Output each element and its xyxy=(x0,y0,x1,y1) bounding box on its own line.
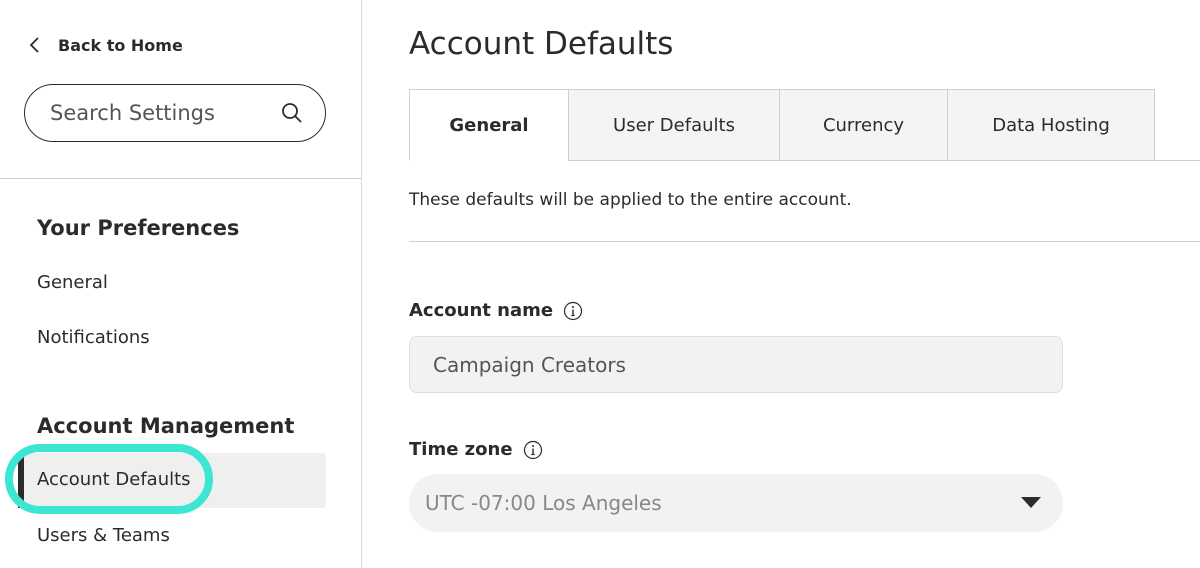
section-title-account-management: Account Management xyxy=(37,414,295,438)
account-name-input[interactable] xyxy=(409,336,1063,393)
tab-description: These defaults will be applied to the en… xyxy=(409,190,852,210)
caret-down-icon xyxy=(1021,497,1041,508)
time-zone-select[interactable]: UTC -07:00 Los Angeles xyxy=(409,474,1063,532)
search-icon[interactable] xyxy=(281,102,303,124)
chevron-left-icon xyxy=(29,37,39,53)
info-icon[interactable] xyxy=(563,301,583,321)
sidebar-divider xyxy=(0,178,362,179)
search-settings-input[interactable] xyxy=(50,101,260,125)
sidebar-item-account-defaults[interactable]: Account Defaults xyxy=(18,453,326,508)
time-zone-value: UTC -07:00 Los Angeles xyxy=(425,491,662,515)
time-zone-label: Time zone xyxy=(409,439,543,460)
sidebar-item-label: Account Defaults xyxy=(37,469,191,490)
search-settings-box[interactable] xyxy=(24,84,326,142)
sidebar-item-users-teams[interactable]: Users & Teams xyxy=(37,525,170,546)
tab-currency[interactable]: Currency xyxy=(779,89,948,161)
tab-user-defaults[interactable]: User Defaults xyxy=(568,89,780,161)
sidebar-item-general[interactable]: General xyxy=(37,272,108,293)
content-divider xyxy=(409,241,1200,242)
settings-app: Back to Home Your Preferences General No… xyxy=(0,0,1200,568)
back-to-home-link[interactable]: Back to Home xyxy=(28,33,183,57)
account-name-label: Account name xyxy=(409,300,583,321)
tab-general[interactable]: General xyxy=(409,89,569,161)
tab-bar: General User Defaults Currency Data Host… xyxy=(409,89,1155,161)
tab-baseline xyxy=(1155,160,1200,161)
back-to-home-label: Back to Home xyxy=(58,35,183,55)
settings-sidebar: Back to Home Your Preferences General No… xyxy=(0,0,362,568)
sidebar-item-notifications[interactable]: Notifications xyxy=(37,327,150,348)
info-icon[interactable] xyxy=(523,440,543,460)
account-name-label-text: Account name xyxy=(409,300,554,321)
tab-data-hosting[interactable]: Data Hosting xyxy=(947,89,1155,161)
page-title: Account Defaults xyxy=(409,26,674,62)
section-title-your-preferences: Your Preferences xyxy=(37,216,240,240)
time-zone-label-text: Time zone xyxy=(409,439,513,460)
active-indicator-bar xyxy=(18,453,24,508)
